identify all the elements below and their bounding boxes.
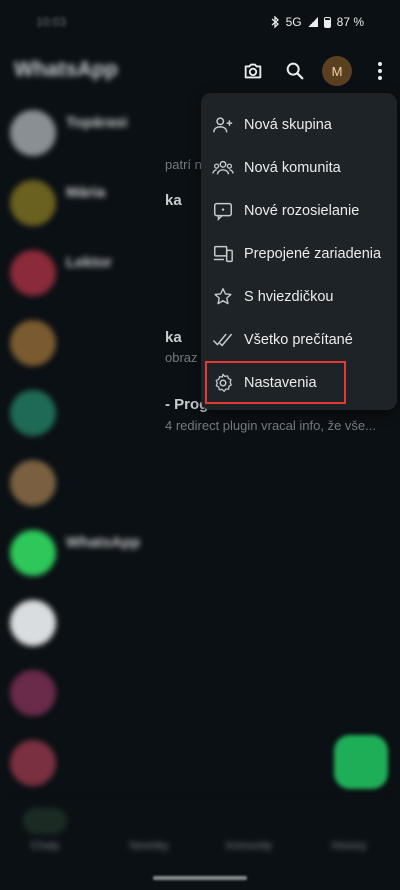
settings-icon	[215, 373, 232, 392]
battery-level: 87 %	[336, 15, 364, 29]
signal-icon	[307, 17, 318, 27]
new-group-icon	[213, 117, 233, 133]
nav-updates[interactable]: Novinky	[114, 808, 184, 852]
linked-devices-icon	[213, 245, 233, 263]
star-icon	[214, 288, 232, 305]
menu-item-read-all[interactable]: Všetko prečítané	[201, 318, 397, 361]
menu-item-new-community[interactable]: Nová komunita	[201, 146, 397, 189]
menu-item-settings[interactable]: Nastavenia	[201, 361, 397, 404]
menu-item-label: Nová komunita	[244, 159, 341, 176]
camera-icon[interactable]	[240, 58, 266, 84]
status-bar: 10:03 5G 87 %	[0, 0, 400, 44]
menu-item-linked-devices[interactable]: Prepojené zariadenia	[201, 232, 397, 275]
menu-item-label: Nové rozosielanie	[244, 202, 360, 219]
read-all-icon	[213, 333, 232, 347]
home-indicator	[153, 876, 247, 880]
overflow-menu: Nová skupina Nová komunita Nové rozosiel…	[201, 93, 397, 410]
nav-chats[interactable]: Chaty	[10, 808, 80, 852]
menu-item-starred[interactable]: S hviezdičkou	[201, 275, 397, 318]
menu-item-new-broadcast[interactable]: Nové rozosielanie	[201, 189, 397, 232]
chat-preview-fragment: patrí n	[165, 157, 202, 172]
battery-icon	[323, 16, 331, 28]
search-icon[interactable]	[282, 58, 308, 84]
network-type: 5G	[285, 15, 302, 29]
chat-row[interactable]	[0, 450, 400, 520]
chat-name-fragment: ka	[165, 192, 182, 209]
menu-item-label: Nová skupina	[244, 116, 332, 133]
app-title: WhatsApp	[14, 58, 118, 81]
new-community-icon	[212, 160, 234, 175]
chat-row[interactable]: WhatsApp	[0, 520, 400, 590]
nav-calls[interactable]: Hovory	[314, 808, 384, 852]
chat-row[interactable]	[0, 660, 400, 730]
new-broadcast-icon	[214, 202, 232, 222]
status-time: 10:03	[36, 15, 67, 29]
menu-item-label: Všetko prečítané	[244, 331, 353, 348]
new-chat-button[interactable]	[334, 735, 388, 789]
more-options-icon[interactable]	[367, 58, 393, 84]
chat-name-fragment: ka	[165, 329, 182, 346]
chat-row[interactable]	[0, 590, 400, 660]
menu-item-label: Nastavenia	[244, 374, 317, 391]
profile-avatar[interactable]: M	[322, 56, 352, 86]
menu-item-new-group[interactable]: Nová skupina	[201, 103, 397, 146]
chat-preview-fragment: obraz	[165, 350, 198, 365]
chat-preview-fragment: 4 redirect plugin vracal info, že vše...	[165, 418, 376, 433]
menu-item-label: Prepojené zariadenia	[244, 245, 382, 262]
nav-communities[interactable]: Komunity	[214, 808, 284, 852]
bluetooth-icon	[271, 16, 279, 28]
menu-item-label: S hviezdičkou	[244, 288, 334, 305]
